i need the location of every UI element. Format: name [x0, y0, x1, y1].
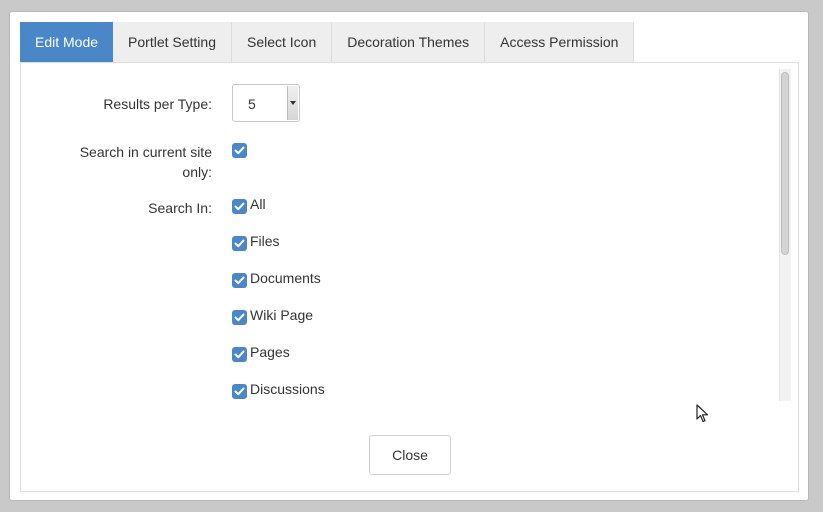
search-in-wiki-page-label: Wiki Page — [250, 307, 314, 323]
search-in-all-checkbox[interactable] — [232, 199, 247, 214]
checkmark-icon — [234, 387, 245, 396]
portlet-settings-dialog: Edit Mode Portlet Setting Select Icon De… — [9, 11, 809, 501]
scrollbar-thumb[interactable] — [781, 72, 789, 255]
search-current-site-checkbox[interactable] — [232, 143, 247, 158]
results-per-type-select[interactable]: 5 — [232, 84, 300, 122]
results-per-type-value: 5 — [248, 96, 256, 112]
checkmark-icon — [234, 313, 245, 322]
chevron-down-icon[interactable] — [287, 86, 298, 120]
search-in-documents-checkbox[interactable] — [232, 273, 247, 288]
search-in-documents-label: Documents — [250, 270, 321, 286]
form-content: Results per Type: 5 Search in current si… — [21, 63, 778, 401]
tab-edit-mode[interactable]: Edit Mode — [20, 22, 114, 62]
search-in-pages-label: Pages — [250, 344, 290, 360]
search-in-discussions-label: Discussions — [250, 381, 325, 397]
search-in-files-label: Files — [250, 233, 280, 249]
results-per-type-label: Results per Type: — [103, 96, 212, 112]
tab-access-permission[interactable]: Access Permission — [485, 22, 635, 62]
mouse-cursor-icon — [696, 404, 709, 423]
tab-decoration-themes[interactable]: Decoration Themes — [332, 22, 486, 62]
edit-mode-panel: Results per Type: 5 Search in current si… — [20, 62, 799, 492]
tab-bar: Edit Mode Portlet Setting Select Icon De… — [20, 22, 635, 62]
search-current-site-label: Search in current site only: — [42, 142, 212, 182]
checkmark-icon — [234, 350, 245, 359]
search-in-all-label: All — [250, 196, 266, 212]
checkmark-icon — [234, 146, 245, 155]
search-in-wiki-page-checkbox[interactable] — [232, 310, 247, 325]
checkmark-icon — [234, 239, 245, 248]
search-in-pages-checkbox[interactable] — [232, 347, 247, 362]
search-current-site-label-line1: Search in current site — [79, 144, 212, 160]
search-in-label: Search In: — [148, 200, 212, 216]
search-current-site-label-line2: only: — [182, 164, 212, 180]
vertical-scrollbar[interactable] — [779, 69, 791, 401]
tab-select-icon[interactable]: Select Icon — [231, 22, 333, 62]
checkmark-icon — [234, 202, 245, 211]
search-in-discussions-checkbox[interactable] — [232, 384, 247, 399]
checkmark-icon — [234, 276, 245, 285]
search-in-files-checkbox[interactable] — [232, 236, 247, 251]
close-button[interactable]: Close — [369, 435, 451, 475]
tab-portlet-setting[interactable]: Portlet Setting — [113, 22, 232, 62]
